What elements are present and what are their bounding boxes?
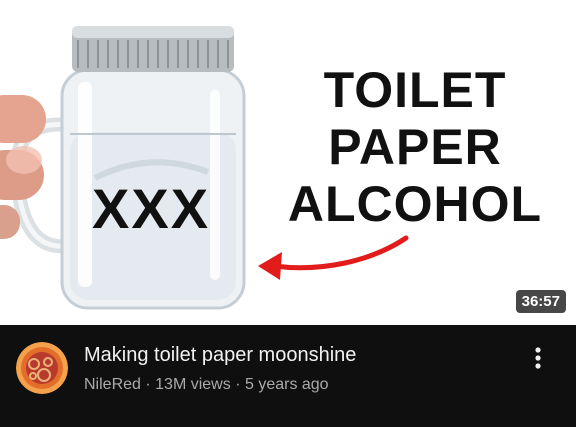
channel-name[interactable]: NileRed: [84, 376, 141, 393]
video-card[interactable]: TOILET PAPER ALCOHOL XXX 36:57 Making to…: [0, 0, 576, 427]
more-options-button[interactable]: [526, 343, 550, 373]
headline-line-3: ALCOHOL: [287, 176, 543, 232]
more-vertical-icon: [535, 347, 541, 369]
headline-line-1: TOILET: [323, 62, 507, 118]
channel-avatar[interactable]: [16, 342, 68, 394]
video-thumbnail[interactable]: TOILET PAPER ALCOHOL XXX 36:57: [0, 0, 576, 325]
jar-marks: XXX: [92, 177, 211, 240]
meta-separator: ·: [145, 376, 151, 393]
channel-avatar-image: [16, 342, 68, 394]
duration-badge: 36:57: [515, 290, 566, 313]
headline-line-2: PAPER: [328, 119, 502, 175]
upload-age: 5 years ago: [244, 376, 329, 393]
thumbnail-headline: TOILET PAPER ALCOHOL: [270, 62, 560, 233]
video-title[interactable]: Making toilet paper moonshine: [84, 344, 504, 367]
view-count: 13M views: [155, 376, 231, 393]
video-details: Making toilet paper moonshine NileRed · …: [0, 325, 576, 427]
video-subtitle: NileRed · 13M views · 5 years ago: [84, 376, 329, 394]
meta-separator: ·: [235, 376, 241, 393]
